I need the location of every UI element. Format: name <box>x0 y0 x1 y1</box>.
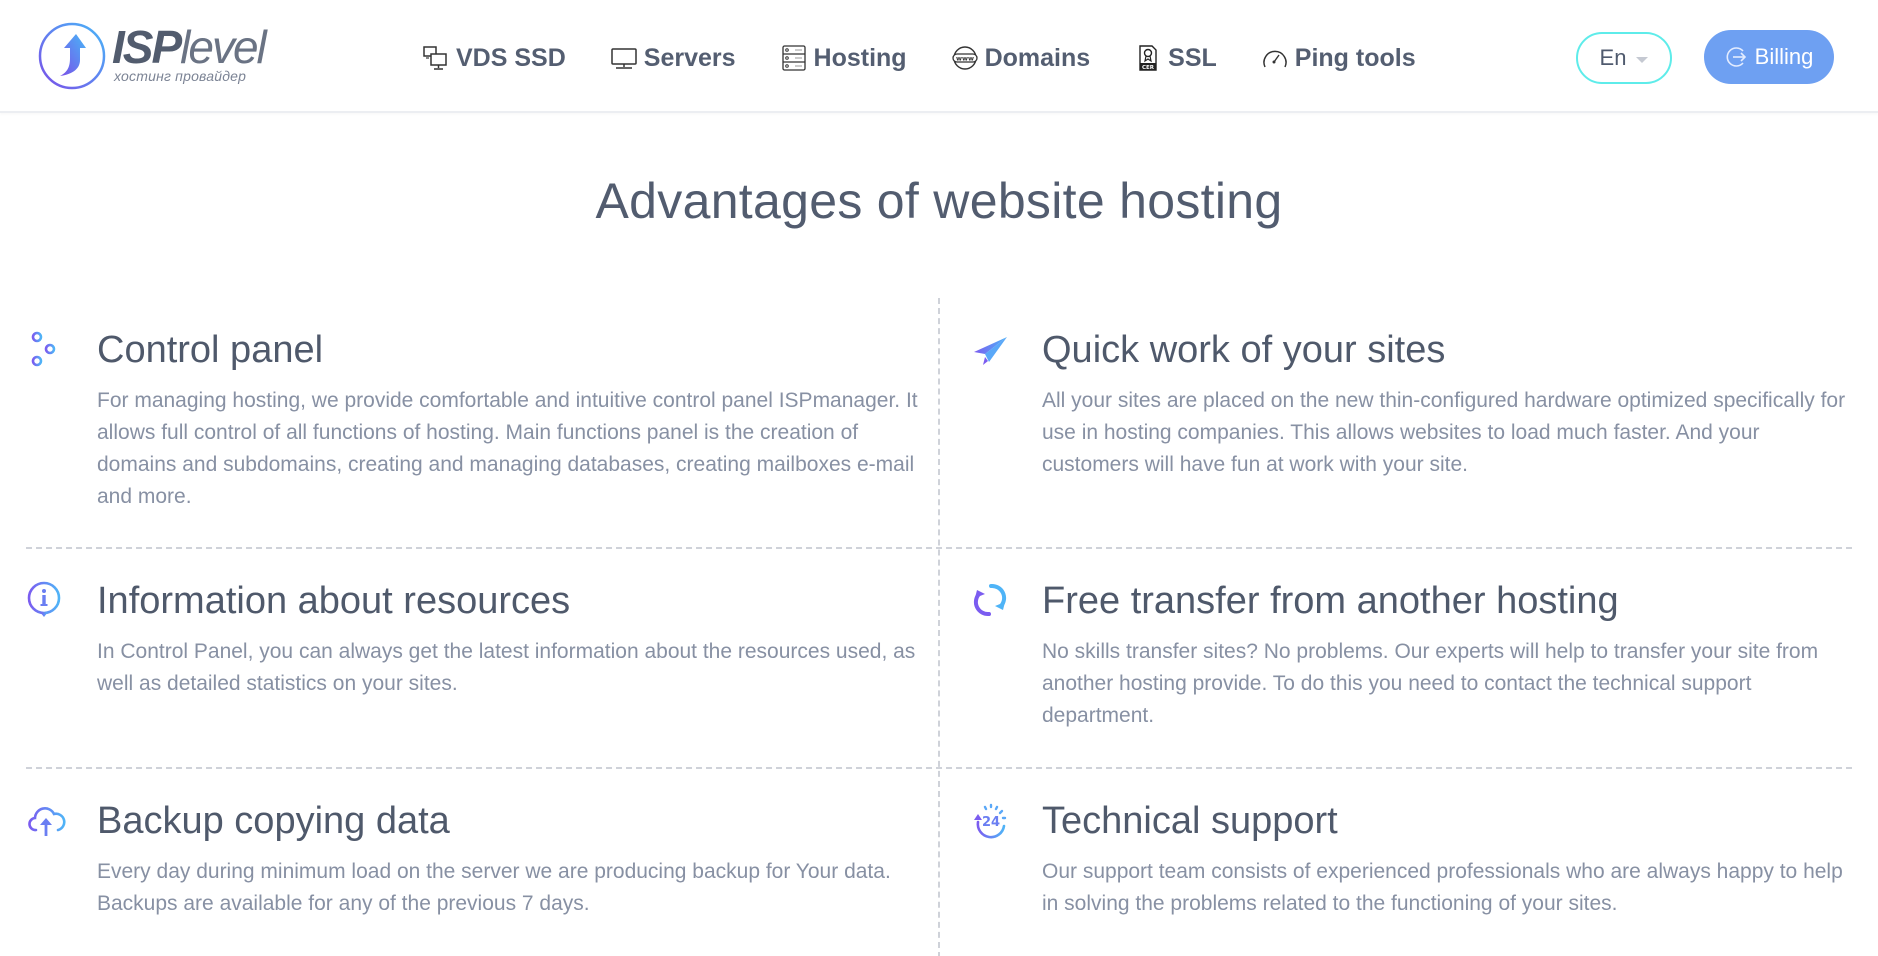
logo-tagline: хостинг провайдер <box>114 68 247 84</box>
www-globe-icon: www <box>951 44 979 72</box>
svg-text:www: www <box>956 55 974 63</box>
nav-item-hosting[interactable]: Hosting <box>780 44 907 73</box>
site-header: ISPlevel хостинг провайдер VDS SSD Serve… <box>0 0 1878 113</box>
logo-wordmark: ISPlevel <box>112 21 267 73</box>
nav-label: Hosting <box>813 43 907 72</box>
feature-title: Control panel <box>97 329 324 371</box>
feature-title: Quick work of your sites <box>1042 329 1446 371</box>
chevron-down-icon <box>1636 56 1649 63</box>
language-label: En <box>1599 45 1627 70</box>
support-24-icon: 24 <box>974 803 1007 839</box>
nav-item-servers[interactable]: Servers <box>610 44 736 73</box>
nav-item-domains[interactable]: www Domains <box>951 43 1091 73</box>
speedometer-icon <box>1261 44 1289 72</box>
feature-description: All your sites are placed on the new thi… <box>1042 389 1846 476</box>
feature-description: Our support team consists of experienced… <box>1042 860 1843 915</box>
nav-label: Ping tools <box>1294 43 1416 72</box>
cloud-upload-icon <box>28 807 66 836</box>
grid-divider-vertical <box>938 298 940 956</box>
info-icon <box>27 581 61 617</box>
feature-title: Backup copying data <box>97 800 450 842</box>
nav-item-ping-tools[interactable]: Ping tools <box>1261 44 1416 73</box>
feature-title: Technical support <box>1042 800 1338 842</box>
logo-arrow-icon <box>38 22 106 90</box>
server-rack-icon <box>780 44 808 72</box>
feature-description: Every day during minimum load on the ser… <box>97 860 891 915</box>
feature-description: No skills transfer sites? No problems. O… <box>1042 640 1819 727</box>
page-title: Advantages of website hosting <box>595 173 1283 229</box>
svg-text:24: 24 <box>982 815 1000 830</box>
refresh-icon <box>973 583 1007 617</box>
nav-label: Domains <box>984 43 1091 72</box>
nav-label: Servers <box>643 43 736 72</box>
svg-text:CER: CER <box>1142 65 1155 71</box>
billing-button[interactable]: Billing <box>1704 30 1834 84</box>
language-selector[interactable]: En <box>1576 32 1672 84</box>
billing-label: Billing <box>1754 44 1814 69</box>
vds-monitors-icon <box>422 44 450 72</box>
grid-divider-horizontal <box>26 547 1852 549</box>
nav-label: VDS SSD <box>456 43 566 72</box>
feature-title: Information about resources <box>97 580 571 622</box>
paper-plane-icon <box>974 337 1007 365</box>
feature-description: For managing hosting, we provide comfort… <box>97 389 918 508</box>
nav-item-ssl[interactable]: CER SSL <box>1134 44 1217 73</box>
logo[interactable]: ISPlevel хостинг провайдер <box>38 20 267 92</box>
nav-label: SSL <box>1168 43 1217 72</box>
main-nav: VDS SSD Servers Hosting www Domains CER … <box>422 38 1460 78</box>
grid-divider-horizontal <box>26 767 1852 769</box>
logo-level: level <box>180 21 267 73</box>
feature-title: Free transfer from another hosting <box>1042 580 1619 622</box>
sliders-icon <box>29 331 62 367</box>
monitor-icon <box>610 44 638 72</box>
certificate-icon: CER <box>1134 44 1162 72</box>
nav-item-vds-ssd[interactable]: VDS SSD <box>422 44 566 73</box>
logo-isp: ISP <box>112 21 182 73</box>
feature-description: In Control Panel, you can always get the… <box>97 640 916 695</box>
login-arrow-icon <box>1726 47 1746 67</box>
